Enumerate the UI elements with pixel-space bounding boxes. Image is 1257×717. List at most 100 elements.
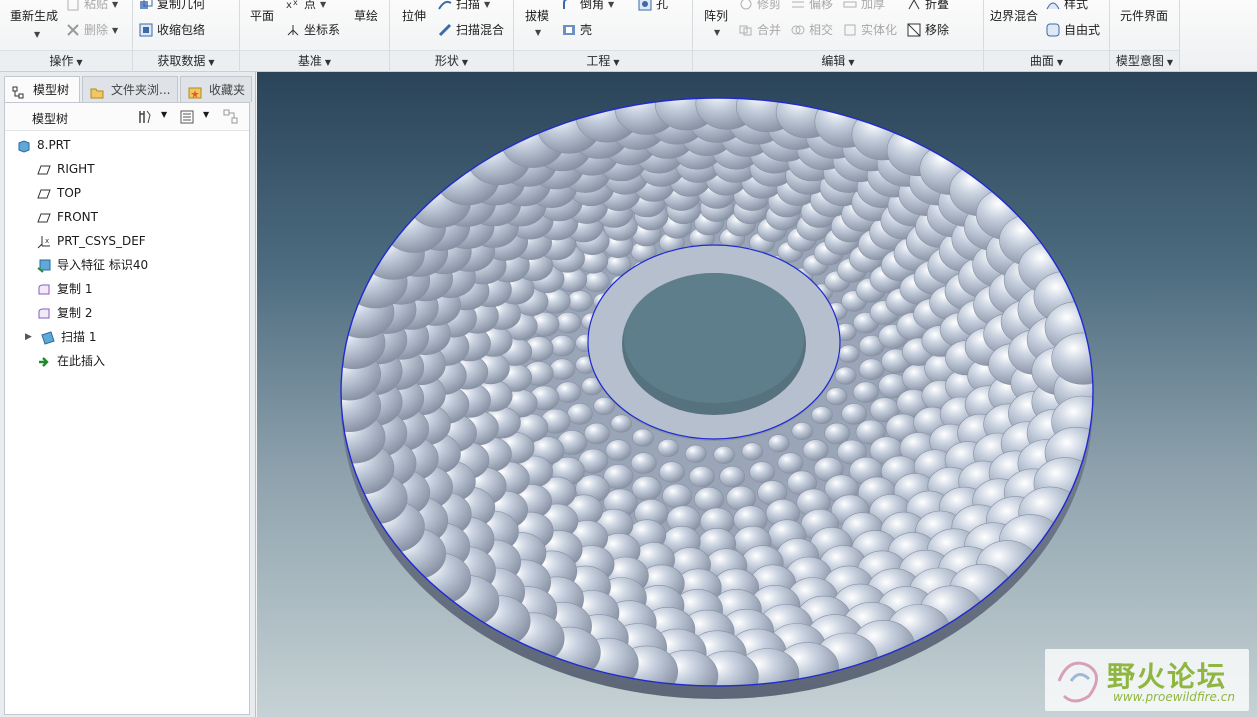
intersect-button[interactable]: 相交 <box>791 22 833 38</box>
filter-icon[interactable] <box>223 109 239 125</box>
group-engineering: 拔模 ▼ 倒角 ▼ 壳 孔 工程 ▼ <box>514 0 693 72</box>
paste-button[interactable]: 粘贴 ▼ <box>66 0 118 13</box>
editing-label: 编辑 <box>821 54 846 68</box>
copy-surface-icon <box>37 282 51 296</box>
show-icon[interactable] <box>179 109 195 125</box>
component-interface-label: 元件界面 <box>1120 9 1169 23</box>
pattern-dropdown[interactable]: ▼ <box>710 24 720 41</box>
dimple-cell <box>741 442 764 461</box>
group-label-model-intent[interactable]: 模型意图 ▼ <box>1110 50 1179 70</box>
shrinkwrap-button[interactable]: 收缩包络 <box>139 22 205 38</box>
group-label-editing[interactable]: 编辑 ▼ <box>693 50 983 70</box>
tab-model-tree[interactable]: 模型树 <box>4 76 80 102</box>
tree-item-top-plane[interactable]: TOP <box>5 182 249 204</box>
sweep-button[interactable]: 扫描 ▼ <box>438 0 490 13</box>
freestyle-button[interactable]: 自由式 <box>1046 22 1100 38</box>
boundary-blend-button[interactable]: 边界混合 <box>990 8 1038 24</box>
trim-button[interactable]: 修剪 <box>739 0 781 12</box>
sketch-button[interactable]: 草绘 <box>354 8 378 24</box>
swept-blend-icon <box>438 23 452 37</box>
intersect-icon <box>791 23 805 37</box>
dimple-cell <box>605 439 632 461</box>
sweep-icon <box>438 0 452 11</box>
group-get-data: 复制几何 收缩包络 获取数据 ▼ <box>133 0 240 72</box>
tree-item-insert-here[interactable]: 在此插入 <box>5 350 249 372</box>
point-button[interactable]: x x 点 ▼ <box>286 0 326 13</box>
tree-item-right-plane[interactable]: RIGHT <box>5 158 249 180</box>
dimple-cell <box>802 439 829 461</box>
plane-label: 平面 <box>250 9 275 23</box>
sweep-feature-icon <box>41 330 55 345</box>
operations-label: 操作 <box>49 54 74 68</box>
tree-item-csys[interactable]: x PRT_CSYS_DEF <box>5 230 249 252</box>
pattern-button[interactable]: 阵列 <box>704 8 728 24</box>
show-dropdown-icon[interactable]: ▼ <box>203 110 219 126</box>
thicken-button[interactable]: 加厚 <box>843 0 885 12</box>
regenerate-dropdown[interactable]: ▼ <box>30 26 40 43</box>
swept-blend-button[interactable]: 扫描混合 <box>438 22 504 38</box>
group-label-engineering[interactable]: 工程 ▼ <box>514 50 692 70</box>
graphics-viewport[interactable]: 野火论坛 www.proewildfire.cn <box>257 72 1257 717</box>
shell-button[interactable]: 壳 <box>562 22 592 38</box>
chevron-down-icon: ▼ <box>324 58 332 67</box>
group-label-datum[interactable]: 基准 ▼ <box>240 50 389 70</box>
component-interface-button[interactable]: 元件界面 <box>1120 8 1168 24</box>
copy-geometry-button[interactable]: 复制几何 <box>139 0 205 12</box>
svg-text:x: x <box>293 0 298 7</box>
hole-icon <box>638 0 652 11</box>
draft-button[interactable]: 拔模 <box>525 8 549 24</box>
tree-item-copy-2[interactable]: 复制 2 <box>5 302 249 324</box>
extrude-button[interactable]: 拉伸 <box>402 8 426 24</box>
settings-dropdown-icon[interactable]: ▼ <box>161 110 177 126</box>
hole-button[interactable]: 孔 <box>638 0 668 12</box>
dimple-cell <box>852 381 879 403</box>
favorites-icon <box>188 83 202 99</box>
tab-model-tree-label: 模型树 <box>33 83 70 97</box>
tree-item-sweep-1[interactable]: ▶ 扫描 1 <box>5 326 249 348</box>
draft-dropdown[interactable]: ▼ <box>531 24 541 41</box>
tree-item-label: TOP <box>57 186 82 200</box>
model-render[interactable] <box>257 72 1257 717</box>
solidify-button[interactable]: 实体化 <box>843 22 897 38</box>
expand-arrow-icon[interactable]: ▶ <box>25 326 32 348</box>
fold-button[interactable]: 折叠 <box>907 0 949 12</box>
chevron-down-icon: ▼ <box>714 28 721 37</box>
tree-item-label: 复制 2 <box>57 306 93 320</box>
tree-item-import-feature[interactable]: 导入特征 标识40 <box>5 254 249 276</box>
csys-button[interactable]: 坐标系 <box>286 22 340 38</box>
delete-button[interactable]: 删除 ▼ <box>66 22 118 39</box>
shrinkwrap-icon <box>139 23 153 37</box>
remove-button[interactable]: 移除 <box>907 22 949 38</box>
group-editing: 阵列 ▼ 修剪 合并 偏移 相交 加厚 实体化 折叠 移除 编辑 ▼ <box>693 0 984 72</box>
plane-button[interactable]: 平面 <box>250 8 274 24</box>
tree-item-copy-1[interactable]: 复制 1 <box>5 278 249 300</box>
chevron-down-icon: ▼ <box>613 58 620 67</box>
group-label-surfaces[interactable]: 曲面 ▼ <box>984 50 1109 70</box>
svg-text:x: x <box>286 0 292 11</box>
settings-icon[interactable] <box>137 109 153 125</box>
style-button[interactable]: 样式 <box>1046 0 1088 12</box>
tree-item-part[interactable]: 8.PRT <box>5 134 249 156</box>
tab-folder-browser[interactable]: 文件夹浏... <box>82 76 178 102</box>
tree-item-label: 导入特征 标识40 <box>57 258 149 272</box>
tab-favorites[interactable]: 收藏夹 <box>180 76 252 102</box>
group-operations: 重新生成 ▼ 粘贴 ▼ 删除 ▼ 操作 ▼ <box>0 0 133 72</box>
group-label-get-data[interactable]: 获取数据 ▼ <box>133 50 239 70</box>
offset-button[interactable]: 偏移 <box>791 0 833 12</box>
dimple-cell <box>777 452 804 474</box>
shrinkwrap-label: 收缩包络 <box>157 23 206 37</box>
dimple-cell <box>555 312 582 334</box>
round-button[interactable]: 倒角 ▼ <box>562 0 614 13</box>
freestyle-label: 自由式 <box>1064 23 1101 37</box>
group-label-operations[interactable]: 操作 ▼ <box>0 50 132 70</box>
get-data-label: 获取数据 <box>157 54 206 68</box>
tree-item-label: 复制 1 <box>57 282 93 296</box>
tree-item-front-plane[interactable]: FRONT <box>5 206 249 228</box>
group-label-shapes[interactable]: 形状 ▼ <box>390 50 513 70</box>
copy-geometry-label: 复制几何 <box>157 0 206 11</box>
merge-button[interactable]: 合并 <box>739 22 781 38</box>
offset-icon <box>791 0 805 11</box>
forum-watermark: 野火论坛 www.proewildfire.cn <box>1045 649 1249 711</box>
regenerate-button[interactable]: 重新生成 <box>10 8 58 24</box>
chevron-down-icon: ▼ <box>848 58 855 67</box>
